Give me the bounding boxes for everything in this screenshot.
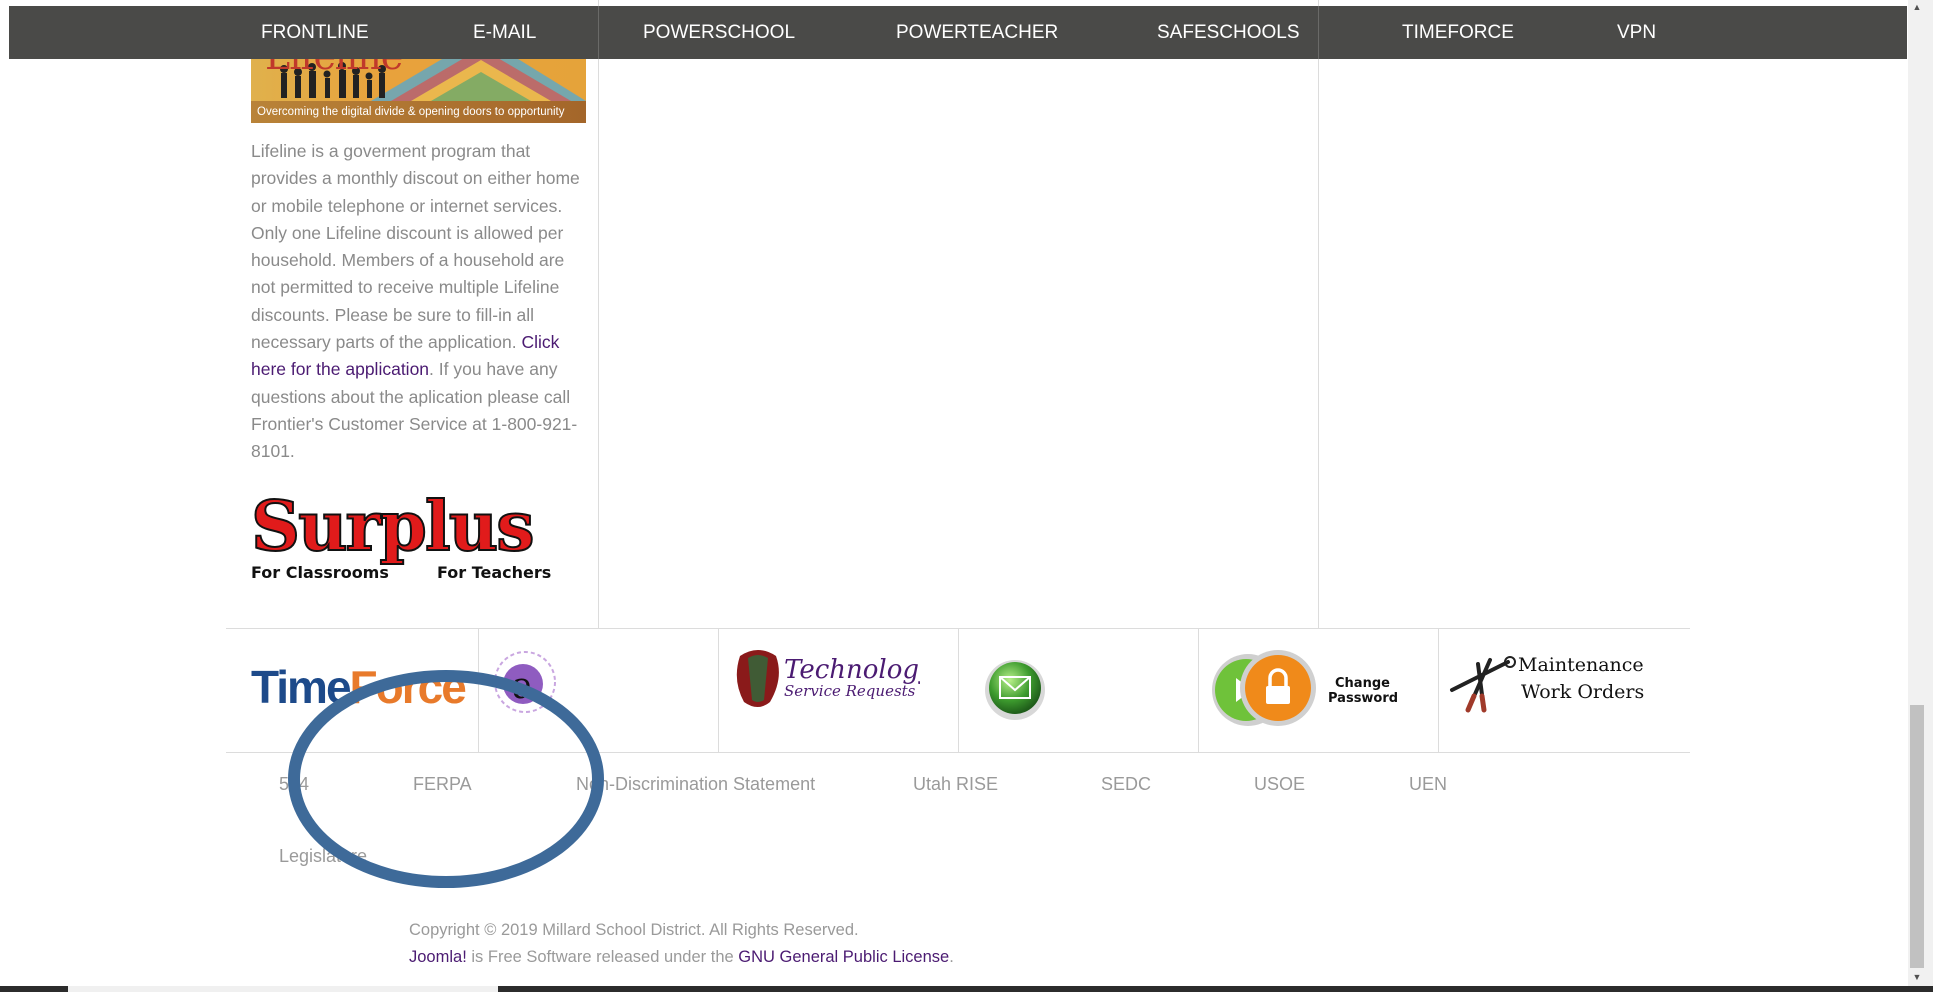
copyright-block: Copyright © 2019 Millard School District… bbox=[409, 917, 954, 971]
footer-link-non-discrimination[interactable]: Non-Discrimination Statement bbox=[576, 774, 815, 795]
footer-link-uen[interactable]: UEN bbox=[1409, 774, 1447, 795]
license-middle-text: is Free Software released under the bbox=[466, 948, 739, 966]
top-nav-bar: FRONTLINE E-MAIL POWERSCHOOL POWERTEACHE… bbox=[9, 6, 1907, 59]
license-line: Joomla! is Free Software released under … bbox=[409, 944, 954, 971]
employee-access-link[interactable]: a bbox=[490, 640, 560, 740]
change-password-link[interactable]: Change Password bbox=[1210, 640, 1400, 740]
lifeline-body-text: Lifeline is a goverment program that pro… bbox=[251, 141, 580, 353]
svg-text:a: a bbox=[512, 666, 533, 707]
nav-divider bbox=[1318, 6, 1319, 59]
email-link[interactable] bbox=[983, 640, 1053, 740]
surplus-teachers-label: For Teachers bbox=[437, 563, 552, 582]
icon-cell-divider bbox=[958, 628, 959, 752]
timeforce-force-text: Force bbox=[349, 661, 467, 713]
column-divider bbox=[1318, 0, 1319, 628]
maintenance-line2: Work Orders bbox=[1521, 681, 1644, 703]
timeforce-time-text: Time bbox=[251, 661, 352, 713]
footer-link-ferpa[interactable]: FERPA bbox=[413, 774, 472, 795]
footer-link-504[interactable]: 504 bbox=[279, 774, 309, 795]
nav-timeforce[interactable]: TIMEFORCE bbox=[1402, 6, 1514, 59]
nav-safeschools[interactable]: SAFESCHOOLS bbox=[1157, 6, 1300, 59]
gnu-license-link[interactable]: GNU General Public License bbox=[738, 948, 949, 966]
scroll-up-arrow-icon[interactable]: ▲ bbox=[1912, 2, 1922, 12]
nav-frontline[interactable]: FRONTLINE bbox=[261, 6, 369, 59]
nav-email[interactable]: E-MAIL bbox=[473, 6, 536, 59]
technology-subtitle: Service Requests bbox=[784, 682, 916, 700]
email-envelope-icon bbox=[985, 660, 1045, 720]
nav-powerschool[interactable]: POWERSCHOOL bbox=[643, 6, 795, 59]
surplus-title: Surplus bbox=[250, 486, 535, 568]
change-password-line2: Password bbox=[1328, 691, 1398, 706]
maintenance-tools-icon: Maintenance Work Orders bbox=[1450, 654, 1644, 713]
license-end-text: . bbox=[949, 948, 954, 966]
timeforce-link[interactable]: TimeForce bbox=[251, 640, 467, 740]
column-divider bbox=[598, 0, 599, 628]
icon-cell-divider bbox=[1438, 628, 1439, 752]
employee-access-icon: a bbox=[494, 651, 556, 713]
taskbar-segment bbox=[68, 986, 498, 992]
technology-service-requests-link[interactable]: Technology Service Requests bbox=[730, 640, 934, 740]
nav-powerteacher[interactable]: POWERTEACHER bbox=[896, 6, 1058, 59]
scroll-down-arrow-icon[interactable]: ▼ bbox=[1912, 972, 1922, 982]
surplus-classrooms-label: For Classrooms bbox=[251, 563, 389, 582]
footer-link-usoe[interactable]: USOE bbox=[1254, 774, 1305, 795]
lifeline-banner-tagline: Overcoming the digital divide & opening … bbox=[251, 101, 586, 123]
change-password-line1: Change bbox=[1335, 676, 1390, 691]
icon-cell-divider bbox=[1198, 628, 1199, 752]
lifeline-description: Lifeline is a goverment program that pro… bbox=[251, 138, 586, 466]
nav-divider bbox=[598, 6, 599, 59]
footer-link-legislature[interactable]: Legislature bbox=[279, 846, 367, 867]
footer-link-sedc[interactable]: SEDC bbox=[1101, 774, 1151, 795]
technology-apple-icon: Technology Service Requests bbox=[736, 650, 934, 707]
copyright-line: Copyright © 2019 Millard School District… bbox=[409, 921, 859, 939]
surplus-banner-image[interactable]: Surplus For Classrooms For Teachers bbox=[250, 486, 587, 585]
footer-link-utah-rise[interactable]: Utah RISE bbox=[913, 774, 998, 795]
icon-row-bottom-border bbox=[226, 752, 1690, 753]
icon-cell-divider bbox=[718, 628, 719, 752]
change-password-icon: Change Password bbox=[1212, 650, 1398, 726]
icon-cell-divider bbox=[478, 628, 479, 752]
maintenance-line1: Maintenance bbox=[1518, 654, 1644, 676]
joomla-link[interactable]: Joomla! bbox=[409, 948, 467, 966]
timeforce-logo: TimeForce bbox=[251, 660, 467, 714]
technology-title: Technology bbox=[784, 655, 920, 685]
maintenance-work-orders-link[interactable]: Maintenance Work Orders bbox=[1448, 640, 1648, 740]
nav-vpn[interactable]: VPN bbox=[1617, 6, 1656, 59]
scrollbar-thumb[interactable] bbox=[1910, 705, 1924, 968]
